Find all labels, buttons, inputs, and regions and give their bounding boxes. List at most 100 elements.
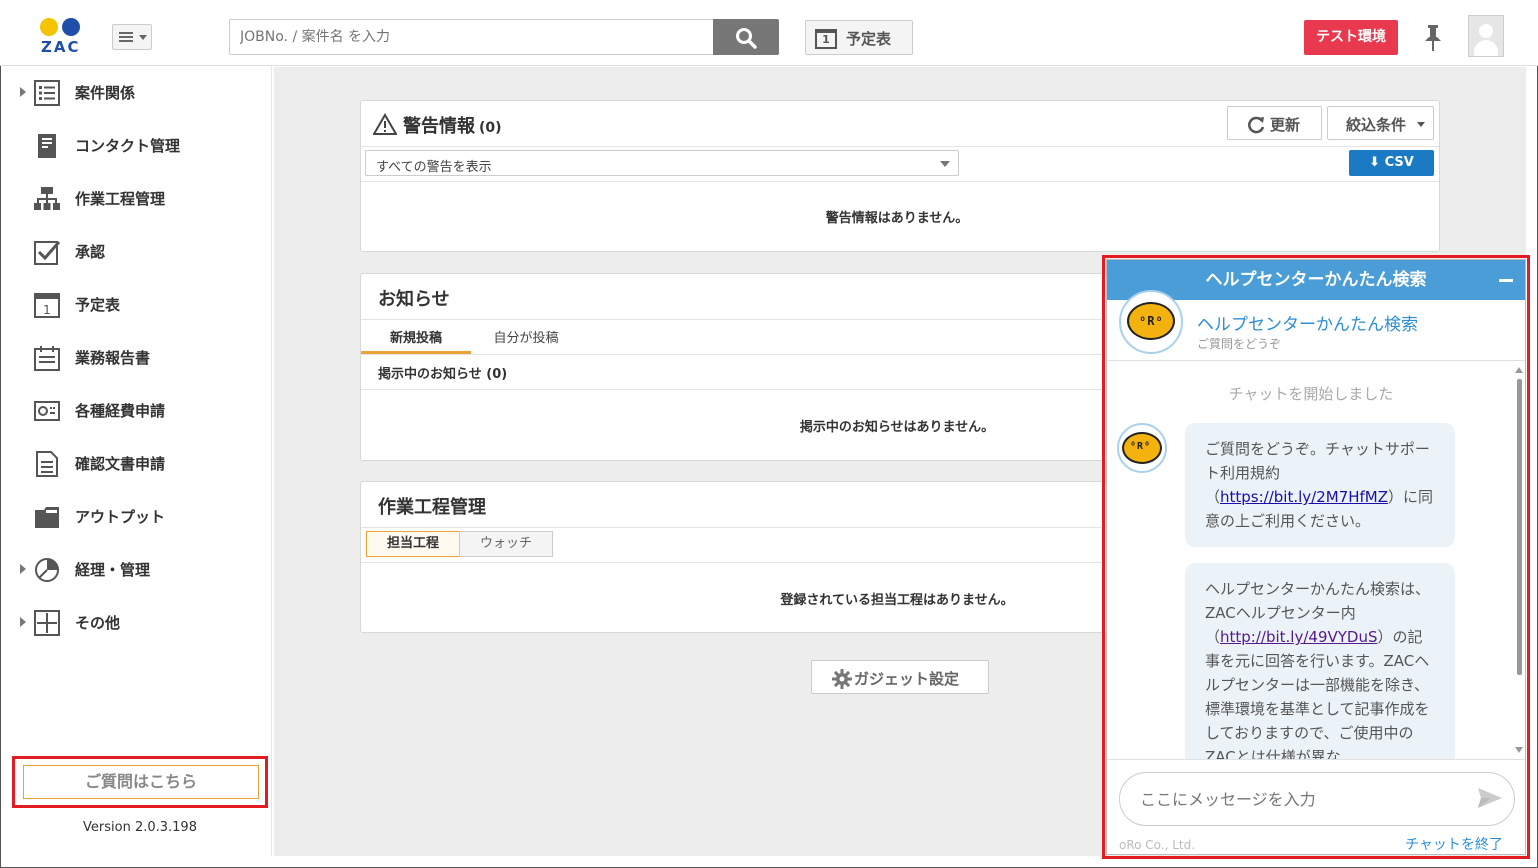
divider — [361, 146, 1439, 147]
folder-icon — [35, 507, 59, 528]
scroll-up-icon[interactable] — [1515, 367, 1523, 373]
sidebar-item-label: 経理・管理 — [75, 561, 151, 579]
search-icon — [736, 28, 757, 49]
expand-arrow-icon — [20, 564, 26, 574]
chat-header-title: ヘルプセンターかんたん検索 — [1205, 270, 1427, 290]
user-avatar[interactable] — [1468, 15, 1504, 57]
notices-title: お知らせ — [378, 289, 450, 310]
credit-text: oRo Co., Ltd. — [1119, 838, 1196, 852]
expense-icon — [34, 401, 60, 421]
sidebar-item-label: その他 — [75, 614, 121, 632]
send-icon[interactable] — [1477, 786, 1503, 810]
alerts-title: 警告情報 (0) — [403, 112, 502, 138]
chat-message-input[interactable] — [1119, 772, 1515, 826]
report-icon — [34, 346, 60, 371]
ask-question-button[interactable]: ご質問はこちら — [23, 765, 259, 799]
sidebar-item-expenses[interactable]: 各種経費申請 — [12, 386, 272, 432]
sidebar-item-label: アウトプット — [75, 508, 166, 526]
sidebar-item-projects[interactable]: 案件関係 — [12, 68, 272, 114]
sidebar-item-output[interactable]: アウトプット — [12, 492, 272, 538]
tab-assigned-process[interactable]: 担当工程 — [366, 531, 460, 557]
sidebar-item-documents[interactable]: 確認文書申請 — [12, 439, 272, 485]
sidebar-item-label: 業務報告書 — [75, 349, 151, 367]
schedule-label: 予定表 — [846, 30, 892, 48]
tab-my-posts[interactable]: 自分が投稿 — [471, 327, 581, 346]
terms-link[interactable]: https://bit.ly/2M7HfMZ — [1220, 488, 1388, 506]
bot-subtitle: ご質問をどうぞ — [1197, 337, 1282, 351]
filter-label: 絞込条件 — [1346, 116, 1407, 134]
sidebar-item-label: 各種経費申請 — [75, 402, 166, 420]
list-icon — [34, 80, 60, 106]
sidebar-item-contacts[interactable]: コンタクト管理 — [12, 121, 272, 167]
chat-started-message: チャットを開始しました — [1228, 385, 1394, 403]
sidebar: 案件関係 コンタクト管理 作業工程管理 承認 1 予定表 業務報告書 各種経費申… — [12, 66, 272, 856]
sidebar-item-workflow[interactable]: 作業工程管理 — [12, 174, 272, 220]
alert-filter-value: すべての警告を表示 — [376, 160, 492, 175]
refresh-icon — [1248, 116, 1265, 134]
alerts-title-text: 警告情報 — [403, 116, 475, 137]
message-avatar: ᴼRᴼ — [1117, 423, 1167, 473]
logo-yellow-dot — [40, 18, 58, 36]
refresh-button[interactable]: 更新 — [1227, 106, 1322, 140]
logo-blue-dot — [62, 18, 80, 36]
menu-toggle-button[interactable] — [112, 24, 152, 50]
top-header: ZAC 1 予定表 テスト環境 — [0, 0, 1538, 66]
caret-down-icon — [940, 161, 950, 167]
hamburger-icon — [119, 32, 133, 42]
sidebar-item-business-report[interactable]: 業務報告書 — [12, 333, 272, 379]
zac-logo[interactable]: ZAC — [40, 18, 84, 58]
chat-scrollbar[interactable] — [1515, 367, 1523, 755]
question-highlight: ご質問はこちら — [12, 756, 268, 808]
sidebar-item-label: 承認 — [75, 243, 106, 261]
tab-new-posts[interactable]: 新規投稿 — [361, 327, 471, 346]
sidebar-item-label: コンタクト管理 — [75, 137, 181, 155]
sidebar-item-approval[interactable]: 承認 — [12, 227, 272, 273]
csv-download-button[interactable]: ⬇ CSV — [1349, 150, 1434, 176]
hierarchy-icon — [34, 187, 60, 210]
filter-dropdown[interactable]: 絞込条件 — [1327, 106, 1434, 140]
calendar-icon: 1 — [34, 293, 60, 318]
gadget-settings-label: ガジェット設定 — [854, 670, 960, 688]
calendar-icon: 1 — [815, 29, 837, 49]
sidebar-item-label: 確認文書申請 — [75, 455, 166, 473]
bot-mascot-icon: ᴼRᴼ — [1127, 302, 1175, 340]
avatar-head — [1479, 24, 1493, 38]
caret-down-icon — [1417, 122, 1425, 127]
notices-subheader-count: (0) — [486, 367, 508, 382]
expand-arrow-icon — [20, 617, 26, 627]
version-text: Version 2.0.3.198 — [83, 820, 197, 835]
scroll-thumb[interactable] — [1517, 379, 1522, 675]
chat-input-area: oRo Co., Ltd. チャットを終了 — [1107, 759, 1525, 854]
tab-watch[interactable]: ウォッチ — [459, 531, 553, 557]
sidebar-item-label: 案件関係 — [75, 84, 136, 102]
notices-subheader: 掲示中のお知らせ (0) — [378, 363, 507, 382]
bot-avatar: ᴼRᴼ — [1119, 290, 1183, 354]
bot-face: ᴼRᴼ — [1130, 441, 1152, 452]
environment-badge: テスト環境 — [1304, 20, 1398, 55]
help-center-link[interactable]: http://bit.ly/49VYDuS — [1220, 628, 1377, 646]
pie-chart-icon — [35, 558, 59, 582]
end-chat-link[interactable]: チャットを終了 — [1405, 834, 1503, 854]
schedule-button[interactable]: 1 予定表 — [805, 20, 913, 55]
job-search-input[interactable] — [229, 19, 715, 55]
scroll-down-icon[interactable] — [1515, 747, 1523, 753]
search-button[interactable] — [713, 19, 779, 55]
minimize-icon[interactable] — [1499, 279, 1513, 282]
sidebar-item-schedule[interactable]: 1 予定表 — [12, 280, 272, 326]
csv-label: CSV — [1384, 155, 1414, 170]
sidebar-item-accounting[interactable]: 経理・管理 — [12, 545, 272, 591]
svg-text:1: 1 — [43, 303, 51, 317]
chat-messages[interactable]: チャットを開始しました ᴼRᴼ ご質問をどうぞ。チャットサポート利用規約（htt… — [1107, 361, 1525, 759]
divider — [361, 181, 1439, 182]
logo-text: ZAC — [41, 38, 81, 56]
gadget-settings-button[interactable]: ガジェット設定 — [811, 660, 989, 694]
contact-icon — [38, 134, 56, 158]
pin-icon[interactable] — [1422, 24, 1444, 52]
gear-icon — [832, 669, 852, 689]
chat-header: ヘルプセンターかんたん検索 — [1107, 260, 1525, 300]
alert-filter-select[interactable]: すべての警告を表示 — [365, 150, 959, 176]
message-text: ）の記事を元に回答を行います。ZACヘルプセンターは一部機能を除き、標準環境を基… — [1205, 628, 1430, 759]
download-icon: ⬇ — [1369, 155, 1385, 170]
expand-arrow-icon — [20, 87, 26, 97]
sidebar-item-other[interactable]: その他 — [12, 598, 272, 644]
